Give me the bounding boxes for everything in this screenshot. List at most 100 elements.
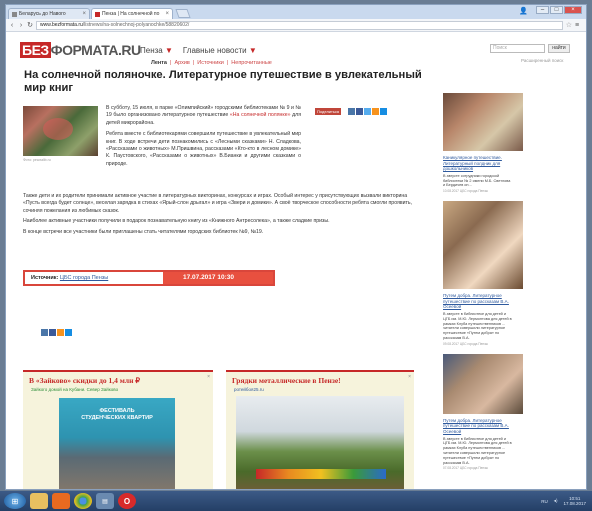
subnav-archive[interactable]: Архив xyxy=(174,60,189,66)
folder-icon[interactable] xyxy=(30,493,48,509)
ad-image[interactable] xyxy=(236,396,404,489)
tab-strip: Беларусь до Навого × Пенза | На солнечно… xyxy=(6,5,586,19)
photo-caption: Фото: pewzalib.ru xyxy=(23,158,51,162)
article-title: На солнечной поляночке. Литературное пут… xyxy=(24,69,422,94)
advanced-search-link[interactable]: Расширенный поиск xyxy=(521,58,563,63)
facebook-icon[interactable] xyxy=(49,329,56,336)
system-tray: RU ◂) 10:51 17.08.2017 xyxy=(541,496,586,506)
tab-penza[interactable]: Пенза | На солнечной по × xyxy=(91,8,173,19)
subnav-unread[interactable]: Непрочитанные xyxy=(231,60,272,66)
source-link[interactable]: ЦБС города Пензы xyxy=(60,275,108,281)
sidebar-text: В августе сотрудники городской библиотек… xyxy=(443,173,511,188)
sidebar-news: Каникулярное путешествие. Литературный п… xyxy=(438,93,556,478)
sub-nav: Лента | Архив | Источники | Непрочитанны… xyxy=(151,60,272,66)
sidebar-date: 10.08.2017 ЦБС города Пензы xyxy=(443,189,488,194)
social-buttons xyxy=(41,329,72,336)
site-header: БЕЗ ФОРМАТА.RU Пенза ▼ Главные новости ▼ … xyxy=(16,40,576,70)
favicon-icon xyxy=(12,11,17,17)
volume-icon[interactable]: ◂) xyxy=(554,498,558,504)
menu-icon[interactable]: ≡ xyxy=(575,22,583,29)
body-paragraph: В конце встречи все участники были пригл… xyxy=(23,228,264,235)
vk-icon[interactable] xyxy=(348,108,356,115)
ad-close-icon[interactable]: × xyxy=(207,374,210,380)
ad-title[interactable]: Грядки металлические в Пензе! xyxy=(226,372,414,385)
media-player-icon[interactable] xyxy=(52,493,70,509)
reload-icon[interactable]: ↻ xyxy=(27,21,33,29)
user-icon[interactable]: 👤 xyxy=(519,7,528,15)
ad-source: Зайкого домой на Кубани. Север Зайково xyxy=(31,387,119,392)
browser-window: Беларусь до Навого × Пенза | На солнечно… xyxy=(5,4,587,490)
body-paragraph: Также дети и их родители принимали актив… xyxy=(23,193,413,214)
article-lead: В субботу, 15 июля, в парке «Олимпийский… xyxy=(106,105,302,167)
address-bar[interactable]: www.bezformata.ru/listnews/na-solnechnoj… xyxy=(36,20,563,30)
taskbar: ⊞ ▤ O RU ◂) 10:51 17.08.2017 xyxy=(0,491,592,511)
close-tab-icon[interactable]: × xyxy=(165,11,169,17)
odnoklassniki-icon[interactable] xyxy=(372,108,380,115)
ad-block[interactable]: Грядки металлические в Пензе! ротейбоя25… xyxy=(226,370,414,489)
window-controls: – □ × xyxy=(536,6,582,14)
twitter-icon[interactable] xyxy=(364,108,372,115)
vk-icon[interactable] xyxy=(41,329,48,336)
sidebar-image[interactable] xyxy=(443,201,523,290)
sidebar-date: 07.08.2017 ЦБС города Пензы xyxy=(443,466,488,471)
odnoklassniki-icon[interactable] xyxy=(57,329,64,336)
article-body: Также дети и их родители принимали актив… xyxy=(23,193,423,239)
sidebar-image[interactable] xyxy=(443,353,523,414)
body-paragraph: Наиболее активные участники получили в п… xyxy=(23,218,330,225)
url-path: /listnews/na-solnechnoj-polyanochke/5882… xyxy=(82,21,190,28)
sidebar-date: 09.08.2017 ЦБС города Пензы xyxy=(443,341,488,346)
ad-title[interactable]: В «Зайково» скидки до 1,4 млн ₽ xyxy=(23,372,213,385)
close-window-icon[interactable]: × xyxy=(564,6,582,14)
favicon-icon xyxy=(95,11,100,17)
minimize-icon[interactable]: – xyxy=(536,6,549,14)
new-tab-button[interactable] xyxy=(175,9,191,18)
sidebar-text: В августе в библиотеке для детей и ЦГБ и… xyxy=(443,311,512,340)
top-nav: Пенза ▼ Главные новости ▼ xyxy=(140,46,257,55)
sidebar-title[interactable]: Путем добра. Литературное путешествие по… xyxy=(438,418,513,435)
search-input[interactable]: Поиск xyxy=(490,44,545,53)
browser-toolbar: ‹ › ↻ www.bezformata.ru/listnews/na-soln… xyxy=(6,19,586,32)
ad-block[interactable]: В «Зайково» скидки до 1,4 млн ₽ Зайкого … xyxy=(23,370,213,489)
lead-link[interactable]: «На солнечной полянке» xyxy=(230,112,291,118)
source-box: Источник: ЦБС города Пензы 17.07.2017 10… xyxy=(23,270,275,286)
subnav-feed[interactable]: Лента xyxy=(151,60,167,66)
tab-belarus[interactable]: Беларусь до Навого × xyxy=(8,8,90,19)
source-label: Источник: xyxy=(31,275,59,281)
app-icon[interactable]: ▤ xyxy=(96,493,114,509)
nav-city[interactable]: Пенза ▼ xyxy=(140,46,173,55)
mailru-icon[interactable] xyxy=(380,108,388,115)
ad-close-icon[interactable]: × xyxy=(408,374,411,380)
chrome-icon[interactable] xyxy=(74,493,92,509)
share-label: Поделиться xyxy=(315,108,342,115)
url-domain: www.bezformata.ru xyxy=(40,21,83,28)
search-button[interactable]: найти xyxy=(548,44,570,53)
close-tab-icon[interactable]: × xyxy=(82,11,86,17)
opera-icon[interactable]: O xyxy=(118,493,136,509)
sidebar-text: В августе в библиотеке для детей и ЦГБ и… xyxy=(443,436,512,465)
facebook-icon[interactable] xyxy=(356,108,364,115)
sidebar-item[interactable]: Каникулярное путешествие. Литературный п… xyxy=(438,93,556,193)
article-photo[interactable] xyxy=(23,106,98,156)
language-indicator[interactable]: RU xyxy=(541,499,548,504)
lead-paragraph: Ребята вместе с библиотекарями совершили… xyxy=(106,131,301,167)
bookmark-star-icon[interactable]: ☆ xyxy=(566,21,572,29)
share-bar: Поделиться xyxy=(315,108,388,115)
sidebar-item[interactable]: Путем добра. Литературное путешествие по… xyxy=(438,353,556,471)
back-icon[interactable]: ‹ xyxy=(9,22,15,29)
nav-main-news[interactable]: Главные новости ▼ xyxy=(183,46,257,55)
clock[interactable]: 10:51 17.08.2017 xyxy=(563,496,586,506)
sidebar-title[interactable]: Каникулярное путешествие. Литературный п… xyxy=(438,155,513,172)
start-button-icon[interactable]: ⊞ xyxy=(4,493,26,509)
ad-source: ротейбоя25.ru xyxy=(234,387,264,392)
sidebar-image[interactable] xyxy=(443,93,523,151)
forward-icon[interactable]: › xyxy=(18,22,24,29)
tab-label: Беларусь до Навого xyxy=(19,11,66,17)
site-logo[interactable]: БЕЗ ФОРМАТА.RU xyxy=(20,42,141,58)
ad-image[interactable]: ФЕСТИВАЛЬ СТУДЕНЧЕСКИХ КВАРТИР xyxy=(59,398,175,489)
mailru-icon[interactable] xyxy=(65,329,72,336)
subnav-sources[interactable]: Источники xyxy=(197,60,224,66)
maximize-icon[interactable]: □ xyxy=(550,6,563,14)
sidebar-item[interactable]: Путем добра. Литературное путешествие по… xyxy=(438,201,556,346)
sidebar-title[interactable]: Путем добра. Литературное путешествие по… xyxy=(438,293,513,310)
article-date: 17.07.2017 10:30 xyxy=(163,272,273,284)
